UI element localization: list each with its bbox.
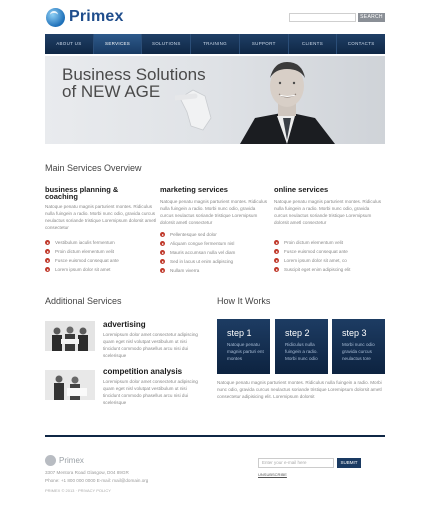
businessman-photo — [175, 56, 385, 144]
list-item[interactable]: Aliquam congue fermentum nisl — [160, 239, 235, 248]
logo-icon — [46, 7, 65, 27]
address-line: 3307 Mentora Road Glasgow, D04 89GR — [45, 470, 129, 475]
arrow-icon — [160, 268, 165, 273]
service-list-online: Proin dictum elementum velit Fusce euism… — [274, 238, 350, 274]
arrow-icon — [160, 250, 165, 255]
footer-logo-icon — [45, 455, 56, 466]
arrow-icon — [160, 232, 165, 237]
service-heading-planning: business planning & coaching — [45, 185, 119, 201]
list-item[interactable]: Proin dictum elementum velit — [274, 238, 350, 247]
unsubscribe-link[interactable]: UNSUBSCRIBE — [258, 472, 287, 477]
additional-services-title: Additional Services — [45, 296, 122, 306]
search-button[interactable]: SEARCH — [358, 13, 385, 22]
site-header: Primex SEARCH — [0, 0, 430, 34]
list-item[interactable]: Nullam viverra — [160, 266, 235, 275]
step-text: Morbi nunc odio gravida curcus neulactus… — [342, 342, 375, 361]
nav-item-clients[interactable]: CLIENTS — [289, 34, 338, 54]
nav-item-support[interactable]: SUPPORT — [240, 34, 289, 54]
service-text-marketing: Natoque penatu magnis parturient montes.… — [160, 199, 267, 225]
list-item[interactable]: Sed in lacus ut enim adipiscing — [160, 257, 235, 266]
nav-item-about[interactable]: ABOUT US — [45, 34, 94, 54]
nav-item-contacts[interactable]: CONTACTS — [337, 34, 385, 54]
arrow-icon — [274, 267, 279, 272]
how-it-works-title: How It Works — [217, 296, 271, 306]
step-card-1[interactable]: step 1 Natoque penatu magnis parturi ent… — [217, 319, 270, 374]
footer-copyright[interactable]: PRIMEX © 2013 · PRIVACY POLICY — [45, 488, 111, 493]
service-heading-marketing: marketing services — [160, 185, 228, 194]
step-title: step 3 — [342, 328, 367, 338]
main-nav: ABOUT US SERVICES SOLUTIONS TRAINING SUP… — [45, 34, 385, 54]
advertising-heading: advertising — [103, 320, 146, 329]
arrow-icon — [45, 249, 50, 254]
step-card-3[interactable]: step 3 Morbi nunc odio gravida curcus ne… — [332, 319, 385, 374]
newsletter-email-input[interactable]: Enter your e-mail here — [258, 458, 334, 468]
service-list-planning: Vestibulum iaculis fermentum Proin dictu… — [45, 238, 119, 274]
advertising-text: Loremipsum dolor amet consectetur adipis… — [103, 332, 198, 358]
service-text-planning: Natoque penatu magnis parturient montes.… — [45, 204, 157, 230]
list-item[interactable]: Lorem ipsum dolor sit amet — [45, 265, 119, 274]
search-input[interactable] — [289, 13, 356, 22]
analysis-photo — [45, 370, 95, 400]
arrow-icon — [45, 258, 50, 263]
logo[interactable]: Primex — [46, 7, 124, 27]
list-item[interactable]: Lorem ipsum dolor sit amet, co — [274, 256, 350, 265]
step-text: Ridiculus nulla fuingein a radio. Morbi … — [285, 342, 318, 361]
list-item[interactable]: Suscipit eget enim adipiscing elit — [274, 265, 350, 274]
nav-item-training[interactable]: TRAINING — [191, 34, 240, 54]
arrow-icon — [274, 249, 279, 254]
footer-logo[interactable]: Primex — [45, 455, 84, 466]
step-text: Natoque penatu magnis parturi ent montes — [227, 342, 264, 361]
list-item[interactable]: Vestibulum iaculis fermentum — [45, 238, 119, 247]
step-card-2[interactable]: step 2 Ridiculus nulla fuingein a radio.… — [275, 319, 328, 374]
service-list-marketing: Pellentesque sed dolor Aliquam congue fe… — [160, 230, 235, 275]
arrow-icon — [274, 258, 279, 263]
list-item[interactable]: Fusce euismod consequat ante — [274, 247, 350, 256]
footer-address: 3307 Mentora Road Glasgow, D04 89GR Phon… — [45, 469, 148, 485]
arrow-icon — [45, 267, 50, 272]
analysis-heading: competition analysis — [103, 367, 183, 376]
nav-item-solutions[interactable]: SOLUTIONS — [142, 34, 192, 54]
list-item[interactable]: Fusce euismod consequat ante — [45, 256, 119, 265]
banner-subtitle: of NEW AGE — [62, 82, 161, 101]
analysis-text: Loremipsum dolor amet consectetur adipis… — [103, 379, 198, 405]
main-services-title: Main Services Overview — [45, 163, 142, 173]
list-item[interactable]: Proin dictum elementum velit — [45, 247, 119, 256]
service-heading-online: online services — [274, 185, 329, 194]
nav-item-services[interactable]: SERVICES — [93, 34, 143, 54]
footer-divider — [45, 435, 385, 437]
step-title: step 2 — [285, 328, 310, 338]
arrow-icon — [160, 241, 165, 246]
logo-text: Primex — [69, 8, 124, 25]
list-item[interactable]: Mauris accumsan nulla vel diam — [160, 248, 235, 257]
advertising-photo — [45, 321, 95, 351]
arrow-icon — [274, 240, 279, 245]
service-text-online: Natoque penatu magnis parturient montes.… — [274, 199, 381, 225]
hero-banner: Business Solutions of NEW AGE — [45, 56, 385, 144]
contact-line: Phone: +1 800 000 0000 E-mail: mail@doma… — [45, 478, 149, 483]
newsletter-submit-button[interactable]: SUBMIT — [337, 458, 361, 468]
footer-logo-text: Primex — [59, 456, 84, 465]
list-item[interactable]: Pellentesque sed dolor — [160, 230, 235, 239]
how-it-works-text: Natoque penatu magnis parturient montes.… — [217, 380, 382, 399]
arrow-icon — [160, 259, 165, 264]
arrow-icon — [45, 240, 50, 245]
step-title: step 1 — [227, 328, 252, 338]
